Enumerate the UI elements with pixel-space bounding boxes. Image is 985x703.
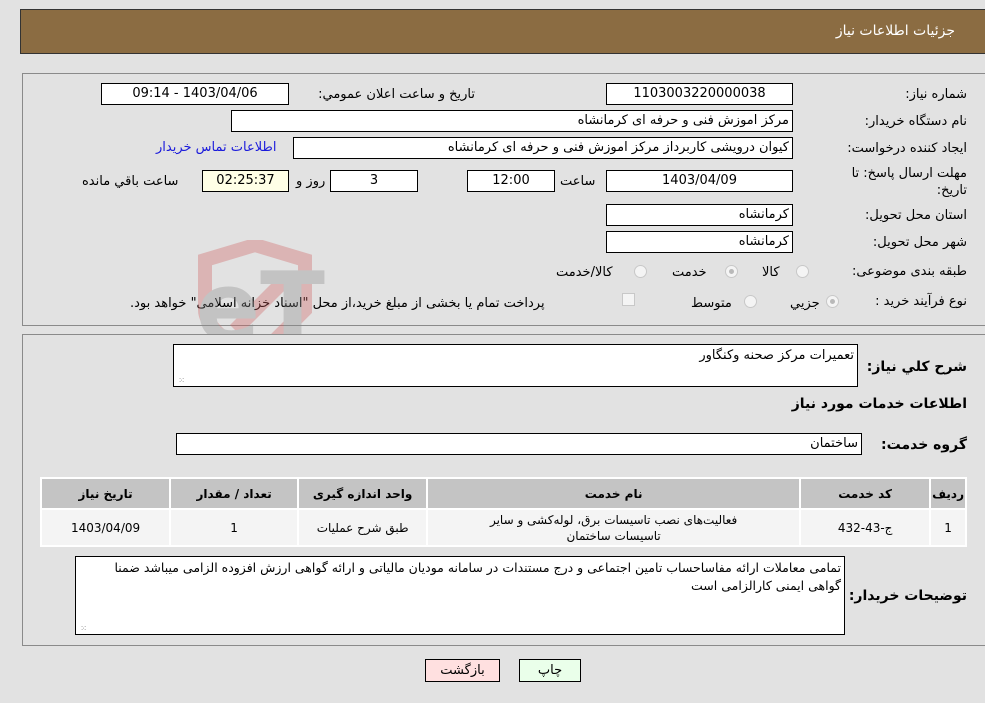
need-number-label: شماره نياز: <box>905 87 967 102</box>
cell-service-code: ج-43-432 <box>799 508 932 547</box>
buyer-notes-label: توضيحات خريدار: <box>848 588 967 604</box>
purchase-type-radio-minor[interactable] <box>826 295 839 308</box>
purchase-type-option-medium: متوسط <box>691 296 732 311</box>
services-table: رديف کد خدمت نام خدمت واحد اندازه گيری ت… <box>39 477 967 547</box>
category-option-service: خدمت <box>672 265 707 280</box>
city-field: کرمانشاه <box>606 231 793 253</box>
cell-quantity: 1 <box>169 508 300 547</box>
remaining-time-label: ساعت باقي مانده <box>82 174 179 189</box>
province-label: استان محل تحويل: <box>865 208 967 223</box>
summary-text: تعمیرات مرکز صحنه وکنگاور <box>699 348 854 363</box>
purchase-type-label: نوع فرآيند خريد : <box>875 294 967 309</box>
deadline-time-label: ساعت <box>560 174 596 189</box>
service-group-field: ساختمان <box>176 433 862 455</box>
requester-field: کیوان درویشی کاربرداز مرکز اموزش فنی و ح… <box>293 137 793 159</box>
page-header: جزئيات اطلاعات نياز <box>20 9 985 54</box>
announce-datetime-label: تاريخ و ساعت اعلان عمومي: <box>318 87 475 102</box>
days-label: روز و <box>296 174 326 189</box>
summary-label: شرح کلي نياز: <box>866 359 967 375</box>
buyer-contact-link[interactable]: اطلاعات تماس خريدار <box>156 140 276 155</box>
province-field: کرمانشاه <box>606 204 793 226</box>
col-row-number: رديف <box>929 477 967 510</box>
deadline-label-line1: مهلت ارسال پاسخ: تا <box>851 166 967 181</box>
requester-label: ايجاد کننده درخواست: <box>847 141 967 156</box>
cell-need-date: 1403/04/09 <box>39 508 172 547</box>
service-group-label: گروه خدمت: <box>881 437 967 453</box>
cell-unit: طبق شرح عملیات <box>297 508 429 547</box>
purchase-type-option-minor: جزيي <box>790 296 820 311</box>
col-need-date: تاريخ نياز <box>39 477 172 510</box>
announce-datetime-field: 1403/04/06 - 09:14 <box>101 83 289 105</box>
category-radio-goods-service[interactable] <box>634 265 647 278</box>
buyer-org-label: نام دستگاه خريدار: <box>864 114 967 129</box>
remaining-time-field: 02:25:37 <box>202 170 289 192</box>
col-service-name: نام خدمت <box>426 477 802 510</box>
col-unit: واحد اندازه گيری <box>297 477 429 510</box>
purchase-type-radio-medium[interactable] <box>744 295 757 308</box>
category-radio-goods[interactable] <box>796 265 809 278</box>
col-service-code: کد خدمت <box>799 477 932 510</box>
deadline-date-field: 1403/04/09 <box>606 170 793 192</box>
resize-handle-icon[interactable]: ⁙ <box>78 624 87 633</box>
buyer-org-field: مرکز اموزش فنی و حرفه ای کرمانشاه <box>231 110 793 132</box>
back-button[interactable]: بازگشت <box>425 659 500 682</box>
treasury-checkbox-label: پرداخت تمام يا بخشی از مبلغ خريد،از محل … <box>130 296 545 311</box>
summary-textarea[interactable]: تعمیرات مرکز صحنه وکنگاور ⁙ <box>173 344 858 387</box>
print-button[interactable]: چاپ <box>519 659 581 682</box>
buyer-notes-text: تمامی معاملات ارائه مفاساحساب تامین اجتم… <box>114 560 841 593</box>
buyer-notes-textarea[interactable]: تمامی معاملات ارائه مفاساحساب تامین اجتم… <box>75 556 845 635</box>
deadline-time-field: 12:00 <box>467 170 555 192</box>
resize-handle-icon[interactable]: ⁙ <box>176 376 185 385</box>
category-label: طبقه بندی موضوعی: <box>851 264 967 279</box>
table-header-row: رديف کد خدمت نام خدمت واحد اندازه گيری ت… <box>39 477 967 510</box>
need-number-field: 1103003220000038 <box>606 83 793 105</box>
services-heading: اطلاعات خدمات مورد نياز <box>791 396 967 412</box>
cell-service-name: فعالیت‌های نصب تاسیسات برق، لوله‌کشی و س… <box>426 508 802 547</box>
treasury-checkbox[interactable] <box>622 293 635 306</box>
page-title: جزئيات اطلاعات نياز <box>835 23 955 39</box>
category-option-goods: کالا <box>762 265 780 280</box>
category-option-goods-service: کالا/خدمت <box>556 265 613 280</box>
deadline-label-line2: تاريخ: <box>936 183 967 198</box>
cell-row-number: 1 <box>929 508 967 547</box>
remaining-days-field: 3 <box>330 170 418 192</box>
city-label: شهر محل تحويل: <box>872 235 967 250</box>
category-radio-service[interactable] <box>725 265 738 278</box>
col-quantity: تعداد / مقدار <box>169 477 300 510</box>
table-row: 1 ج-43-432 فعالیت‌های نصب تاسیسات برق، ل… <box>39 508 967 547</box>
